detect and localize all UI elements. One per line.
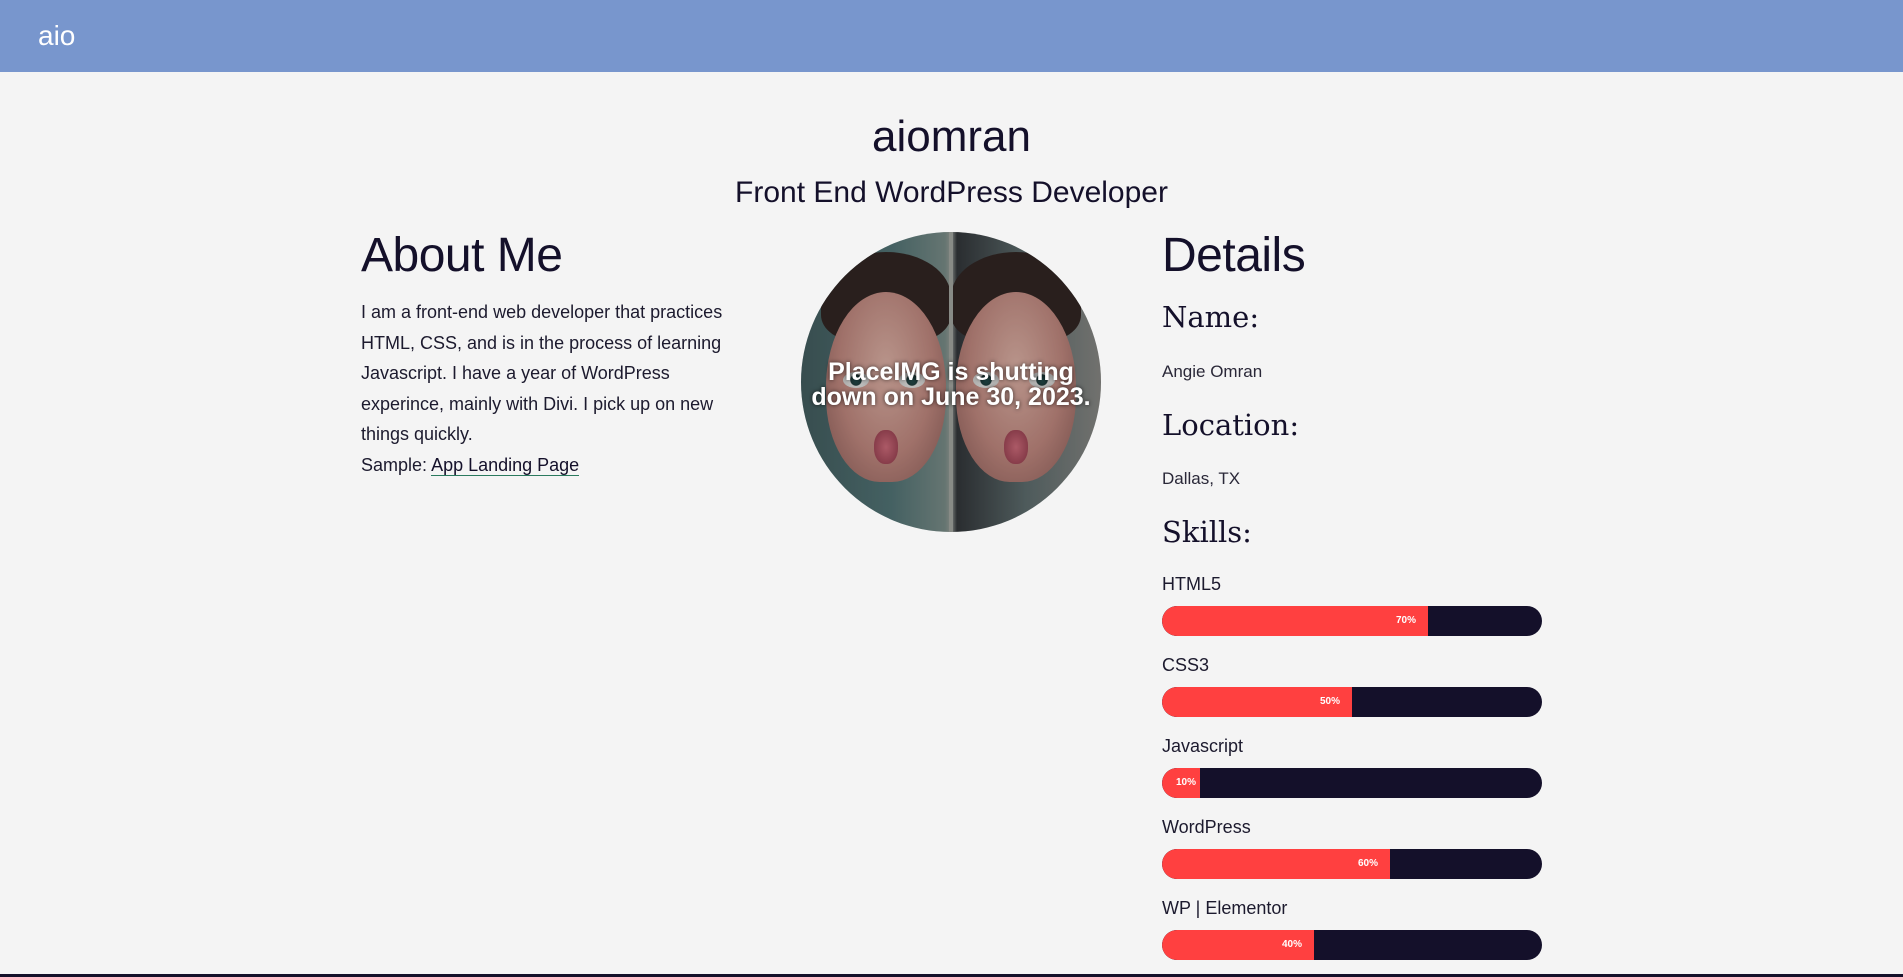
sample-label: Sample: xyxy=(361,454,428,475)
skill-bar-fill: 40% xyxy=(1162,930,1314,960)
top-navbar: aio xyxy=(0,0,1903,72)
brand-logo[interactable]: aio xyxy=(38,20,75,52)
skill-name-html5: HTML5 xyxy=(1162,574,1222,594)
skill-bar-wp-elementor: 40% xyxy=(1162,930,1542,960)
skill-bar-fill: 50% xyxy=(1162,687,1352,717)
about-section: About Me I am a front-end web developer … xyxy=(361,228,751,480)
skill-bar-fill: 10% xyxy=(1162,768,1200,798)
about-text: I am a front-end web developer that prac… xyxy=(361,302,723,444)
skill-bar-wordpress: 60% xyxy=(1162,849,1542,879)
location-label: Location: xyxy=(1162,408,1300,442)
profile-photo: PlaceIMG is shutting down on June 30, 20… xyxy=(801,232,1101,532)
about-heading: About Me xyxy=(361,229,563,282)
skills-label: Skills: xyxy=(1162,515,1252,549)
skill-percent-label: 50% xyxy=(1319,696,1340,707)
skill-name-wordpress: WordPress xyxy=(1162,817,1251,837)
skill-percent-label: 60% xyxy=(1357,858,1378,869)
skill-bar-css3: 50% xyxy=(1162,687,1542,717)
app-landing-page-link[interactable]: App Landing Page xyxy=(431,454,580,476)
skill-percent-label: 10% xyxy=(1175,777,1196,788)
skill-percent-label: 40% xyxy=(1281,939,1302,950)
skill-name-javascript: Javascript xyxy=(1162,736,1244,756)
name-value: Angie Omran xyxy=(1162,362,1263,381)
page-title: aiomran xyxy=(872,112,1031,161)
page-subtitle: Front End WordPress Developer xyxy=(735,176,1168,209)
name-label: Name: xyxy=(1162,300,1260,334)
details-heading: Details xyxy=(1162,229,1306,282)
details-section: Details Name: Angie Omran Location: Dall… xyxy=(1162,228,1542,960)
sample-line: Sample: App Landing Page xyxy=(361,450,751,481)
skill-bar-fill: 70% xyxy=(1162,606,1428,636)
location-value: Dallas, TX xyxy=(1162,469,1241,488)
skill-name-wp-elementor: WP | Elementor xyxy=(1162,898,1288,918)
skill-percent-label: 70% xyxy=(1395,615,1416,626)
skill-bar-javascript: 10% xyxy=(1162,768,1542,798)
skill-name-css3: CSS3 xyxy=(1162,655,1210,675)
skill-bar-html5: 70% xyxy=(1162,606,1542,636)
skill-bar-fill: 60% xyxy=(1162,849,1390,879)
placeholder-notice: PlaceIMG is shutting down on June 30, 20… xyxy=(811,358,1091,411)
